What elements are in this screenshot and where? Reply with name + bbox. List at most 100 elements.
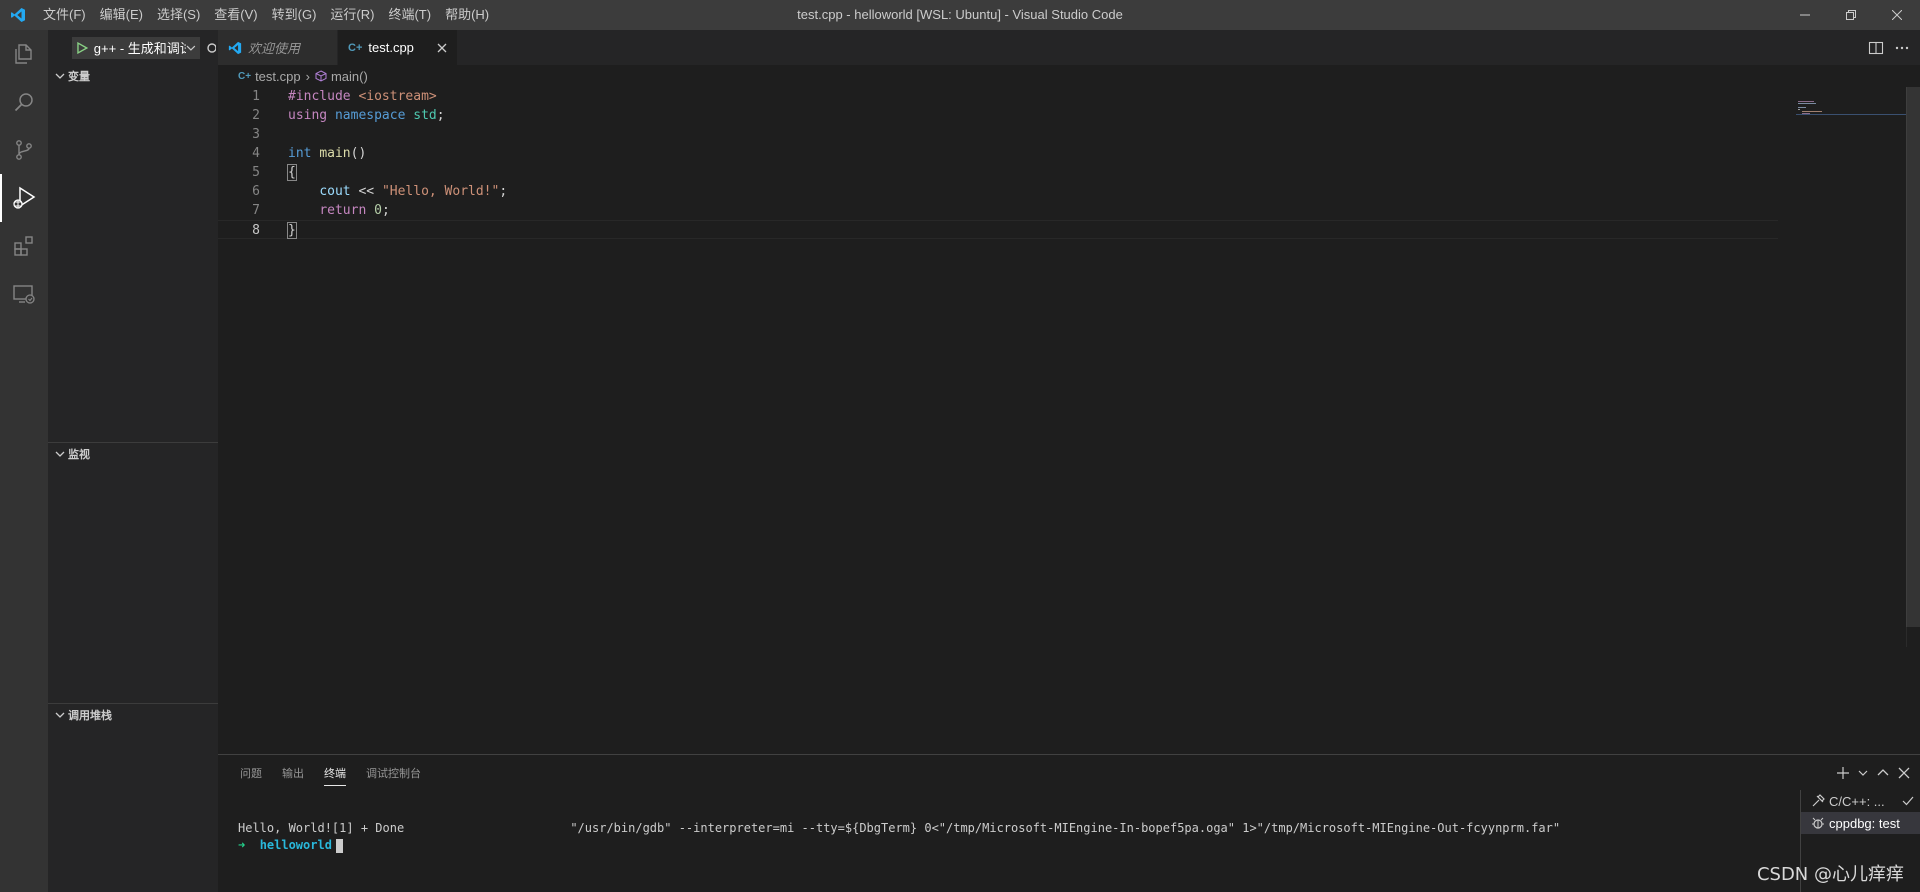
scrollbar-thumb[interactable] — [1906, 87, 1920, 627]
token: #include — [288, 89, 359, 104]
more-actions-icon[interactable] — [1894, 40, 1910, 56]
breadcrumb-file[interactable]: test.cpp — [255, 69, 301, 84]
menu-run[interactable]: 运行(R) — [323, 0, 381, 30]
variables-header[interactable]: 变量 — [48, 65, 218, 87]
code-line: 3 — [218, 125, 1778, 144]
tab-terminal[interactable]: 终端 — [314, 755, 356, 790]
code-text: return 0; — [260, 201, 389, 220]
code-line: 6 cout << "Hello, World!"; — [218, 182, 1778, 201]
split-editor-icon[interactable] — [1868, 40, 1884, 56]
line-number: 3 — [252, 127, 260, 142]
search-button[interactable] — [0, 78, 48, 126]
token: () — [350, 146, 367, 161]
editor-scrollbar[interactable] — [1906, 87, 1920, 647]
remote-explorer-icon — [13, 285, 35, 304]
code-text: int main() — [260, 144, 366, 163]
search-icon — [14, 93, 33, 112]
chevron-down-icon[interactable] — [1858, 768, 1868, 778]
launch-config-dropdown[interactable]: g++ - 生成和调试活动文件 — [72, 36, 200, 59]
line-number: 6 — [252, 184, 260, 199]
gear-icon[interactable] — [204, 41, 216, 55]
check-icon — [1902, 796, 1914, 806]
tab-welcome[interactable]: 欢迎使用 — [218, 30, 338, 65]
launch-config-label: g++ - 生成和调试活动文件 — [93, 41, 186, 56]
watch-header[interactable]: 监视 — [48, 443, 218, 465]
add-terminal-icon[interactable] — [1836, 766, 1850, 780]
close-icon — [437, 43, 447, 52]
menu-help[interactable]: 帮助(H) — [438, 0, 496, 30]
tab-problems[interactable]: 问题 — [230, 755, 272, 790]
line-number: 1 — [252, 89, 260, 104]
variables-section: 变量 — [48, 65, 218, 87]
minimap[interactable] — [1796, 87, 1906, 167]
token: } — [287, 222, 297, 239]
run-debug-icon — [13, 186, 36, 209]
tab-label: 欢迎使用 — [248, 41, 301, 56]
menu-terminal[interactable]: 终端(T) — [381, 0, 438, 30]
line-number: 7 — [252, 203, 260, 218]
line-number: 4 — [252, 146, 260, 161]
title-bar: 文件(F) 编辑(E) 选择(S) 查看(V) 转到(G) 运行(R) 终端(T… — [0, 0, 1920, 30]
remote-explorer-button[interactable] — [0, 270, 48, 318]
extensions-button[interactable] — [0, 222, 48, 270]
terminal-cursor — [335, 838, 343, 853]
code-line: 2 using namespace std; — [218, 106, 1778, 125]
source-control-button[interactable] — [0, 126, 48, 174]
prompt-arrow: ➜ — [238, 838, 246, 852]
tab-debug-console[interactable]: 调试控制台 — [356, 755, 431, 790]
code-text: #include <iostream> — [260, 87, 437, 106]
menu-selection[interactable]: 选择(S) — [150, 0, 207, 30]
menu-view[interactable]: 查看(V) — [207, 0, 264, 30]
line-number: 8 — [252, 223, 260, 238]
terminal-entry-label: cppdbg: test — [1829, 815, 1900, 831]
code-line: 4 int main() — [218, 144, 1778, 163]
menu-edit[interactable]: 编辑(E) — [93, 0, 150, 30]
maximize-panel-icon[interactable] — [1876, 766, 1890, 780]
call-stack-title: 调用堆栈 — [68, 710, 112, 722]
close-panel-icon[interactable] — [1898, 767, 1910, 779]
token: <iostream> — [358, 89, 437, 104]
terminal-entry-selected[interactable]: cppdbg: test — [1801, 812, 1920, 834]
menu-file[interactable]: 文件(F) — [36, 0, 93, 30]
call-stack-header[interactable]: 调用堆栈 — [48, 704, 218, 726]
activity-bar — [0, 30, 48, 892]
files-icon — [15, 44, 32, 64]
editor-actions — [1868, 30, 1910, 65]
line-number: 2 — [252, 108, 260, 123]
menu-go[interactable]: 转到(G) — [265, 0, 324, 30]
run-debug-button[interactable] — [0, 174, 48, 222]
watermark: CSDN @心儿痒痒 — [1756, 864, 1904, 885]
editor-tabs: 欢迎使用 C+ test.cpp — [218, 30, 1920, 65]
token: std — [413, 108, 437, 123]
menu-bar: 文件(F) 编辑(E) 选择(S) 查看(V) 转到(G) 运行(R) 终端(T… — [36, 0, 496, 30]
panel-actions — [1836, 755, 1910, 790]
breadcrumb-symbol[interactable]: main() — [331, 69, 368, 84]
terminal-prompt: ➜ helloworld — [238, 837, 1560, 854]
terminal-line: Hello, World![1] + Done "/usr/bin/gdb" -… — [238, 821, 1561, 835]
explorer-button[interactable] — [0, 30, 48, 78]
tools-icon — [1812, 794, 1825, 807]
cpp-file-icon: C+ — [348, 41, 363, 54]
token: main — [319, 146, 351, 161]
close-window-button[interactable] — [1874, 0, 1920, 30]
vscode-logo-icon — [0, 0, 36, 30]
token: int — [288, 146, 312, 161]
close-tab-button[interactable] — [437, 43, 447, 53]
terminal-output[interactable]: Hello, World![1] + Done "/usr/bin/gdb" -… — [238, 820, 1560, 854]
terminal-entry[interactable]: C/C++: ... — [1801, 790, 1920, 812]
cpp-file-icon: C+ — [238, 70, 252, 82]
debug-icon — [1812, 817, 1824, 829]
panel-tabs: 问题 输出 终端 调试控制台 — [218, 755, 1920, 790]
code-editor[interactable]: 1 #include <iostream> 2 using namespace … — [218, 87, 1778, 239]
tab-output[interactable]: 输出 — [272, 755, 314, 790]
chevron-down-icon — [186, 45, 196, 51]
watch-section: 监视 — [48, 442, 218, 465]
token: using — [288, 108, 328, 123]
token: namespace — [334, 108, 406, 123]
tab-test-cpp[interactable]: C+ test.cpp — [338, 30, 458, 65]
minimize-button[interactable] — [1782, 0, 1828, 30]
start-debugging-icon[interactable] — [76, 41, 88, 54]
restore-button[interactable] — [1828, 0, 1874, 30]
code-text: using namespace std; — [260, 106, 445, 125]
